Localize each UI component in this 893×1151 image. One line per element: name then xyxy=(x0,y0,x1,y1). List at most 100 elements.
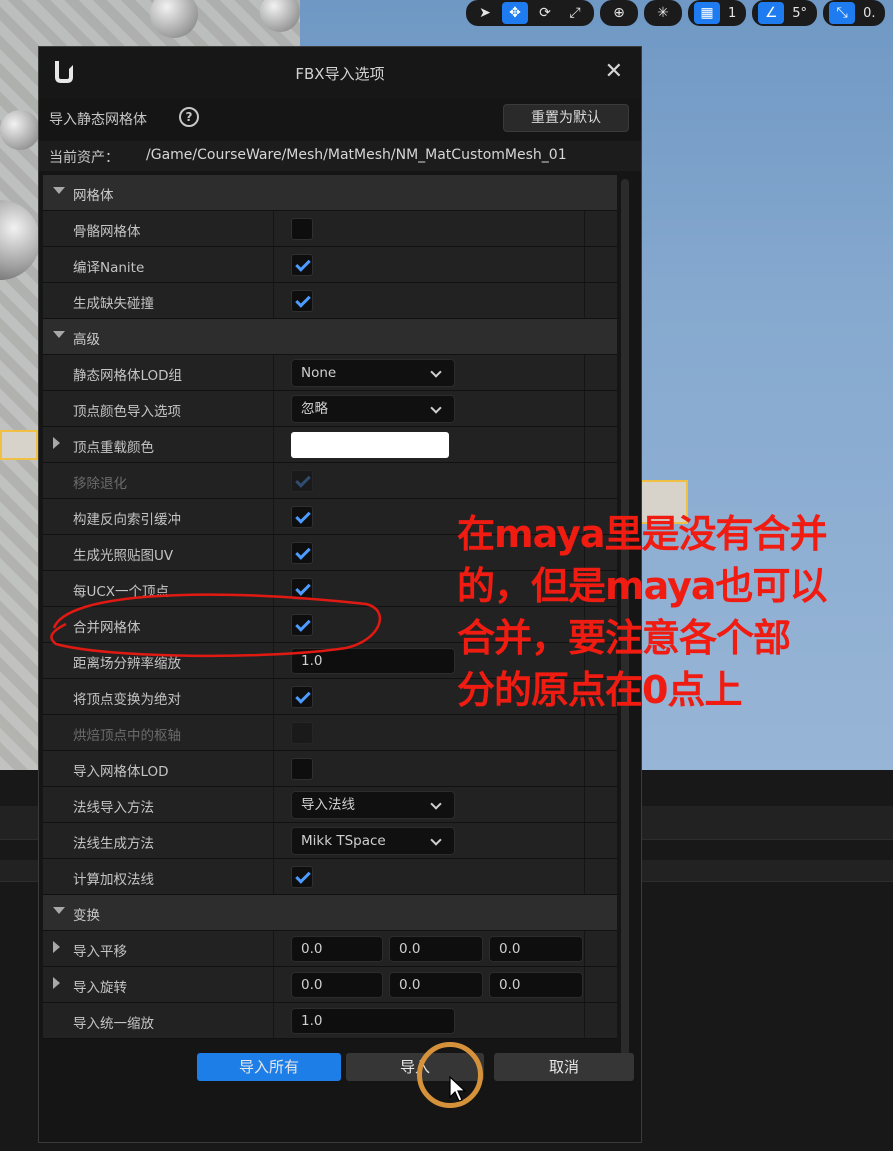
property-label: 静态网格体LOD组 xyxy=(73,368,183,384)
rotation-y-input[interactable]: 0.0 xyxy=(389,972,483,998)
grid-snap-icon[interactable]: ▦ xyxy=(694,2,720,24)
lightmap-uv-checkbox[interactable] xyxy=(291,542,313,564)
property-row: 导入平移 0.0 0.0 0.0 xyxy=(43,931,617,967)
translation-x-input[interactable]: 0.0 xyxy=(291,936,383,962)
property-row: 移除退化 xyxy=(43,463,617,499)
viewport-sphere xyxy=(0,110,40,150)
annotation-note: 在maya里是没有合并 的，但是maya也可以 合并，要注意各个部 分的原点在0… xyxy=(457,508,893,716)
current-asset-path: /Game/CourseWare/Mesh/MatMesh/NM_MatCust… xyxy=(146,147,567,163)
rotation-x-input[interactable]: 0.0 xyxy=(291,972,383,998)
lod-group-dropdown[interactable]: None xyxy=(291,359,455,387)
select-arrow-icon[interactable]: ➤ xyxy=(472,2,498,24)
property-row: 计算加权法线 xyxy=(43,859,617,895)
generate-collision-checkbox[interactable] xyxy=(291,290,313,312)
property-label: 移除退化 xyxy=(73,476,127,492)
surface-snap-group: ✳ xyxy=(644,0,682,26)
expand-arrow-icon[interactable] xyxy=(53,437,60,449)
category-label: 网格体 xyxy=(73,188,114,204)
uniform-scale-input[interactable]: 1.0 xyxy=(291,1008,455,1034)
viewport-block xyxy=(0,430,38,460)
weighted-normals-checkbox[interactable] xyxy=(291,866,313,888)
scale-snap-group: ⤡ 0. xyxy=(823,0,886,26)
property-label: 构建反向索引缓冲 xyxy=(73,512,181,528)
cancel-button[interactable]: 取消 xyxy=(494,1053,634,1081)
annotation-line: 的，但是maya也可以 xyxy=(457,564,827,608)
property-label: 顶点重载颜色 xyxy=(73,440,154,456)
import-type-label: 导入静态网格体 xyxy=(49,112,147,128)
scale-snap-value[interactable]: 0. xyxy=(859,6,879,21)
mouse-cursor-icon xyxy=(449,1076,467,1102)
category-advanced[interactable]: 高级 xyxy=(43,319,617,355)
property-row: 法线生成方法 Mikk TSpace xyxy=(43,823,617,859)
viewport-toolbar: ➤ ✥ ⟳ ⤢ ⊕ ✳ ▦ 1 ∠ 5° ⤡ 0. xyxy=(466,0,886,26)
property-label: 导入网格体LOD xyxy=(73,764,169,780)
property-row: 顶点颜色导入选项 忽略 xyxy=(43,391,617,427)
reset-to-default-button[interactable]: 重置为默认 xyxy=(503,104,629,132)
property-row: 顶点重载颜色 xyxy=(43,427,617,463)
expand-arrow-icon[interactable] xyxy=(53,907,65,914)
move-icon[interactable]: ✥ xyxy=(502,2,528,24)
property-label: 骨骼网格体 xyxy=(73,224,141,240)
remove-degenerates-checkbox xyxy=(291,470,313,492)
angle-snap-icon[interactable]: ∠ xyxy=(758,2,785,24)
annotation-line: 分的原点在0点上 xyxy=(457,668,742,712)
property-row: 编译Nanite xyxy=(43,247,617,283)
translation-y-input[interactable]: 0.0 xyxy=(389,936,483,962)
expand-arrow-icon[interactable] xyxy=(53,977,60,989)
rotate-icon[interactable]: ⟳ xyxy=(532,2,558,24)
property-row: 烘焙顶点中的枢轴 xyxy=(43,715,617,751)
property-label: 编译Nanite xyxy=(73,260,145,276)
annotation-line: 合并，要注意各个部 xyxy=(457,616,791,660)
annotation-circle xyxy=(50,593,382,658)
dialog-titlebar[interactable]: FBX导入选项 ✕ xyxy=(39,47,641,99)
grid-snap-group: ▦ 1 xyxy=(688,0,747,26)
surface-snap-icon[interactable]: ✳ xyxy=(650,2,676,24)
reverse-index-checkbox[interactable] xyxy=(291,506,313,528)
property-label: 顶点颜色导入选项 xyxy=(73,404,181,420)
property-label: 导入统一缩放 xyxy=(73,1016,154,1032)
annotation-line: 在maya里是没有合并 xyxy=(457,512,827,556)
property-label: 计算加权法线 xyxy=(73,872,154,888)
angle-snap-value[interactable]: 5° xyxy=(788,6,811,21)
expand-arrow-icon[interactable] xyxy=(53,941,60,953)
category-mesh[interactable]: 网格体 xyxy=(43,175,617,211)
vertex-color-import-dropdown[interactable]: 忽略 xyxy=(291,395,455,423)
rotation-z-input[interactable]: 0.0 xyxy=(489,972,583,998)
globe-icon[interactable]: ⊕ xyxy=(606,2,632,24)
property-row: 静态网格体LOD组 None xyxy=(43,355,617,391)
vertex-color-swatch[interactable] xyxy=(291,432,449,458)
bake-pivot-checkbox xyxy=(291,722,313,744)
angle-snap-group: ∠ 5° xyxy=(752,0,818,26)
transform-absolute-checkbox[interactable] xyxy=(291,686,313,708)
expand-arrow-icon[interactable] xyxy=(53,331,65,338)
property-label: 生成缺失碰撞 xyxy=(73,296,154,312)
property-row: 导入统一缩放 1.0 xyxy=(43,1003,617,1039)
property-label: 法线导入方法 xyxy=(73,800,154,816)
transform-tools-group: ➤ ✥ ⟳ ⤢ xyxy=(466,0,594,26)
expand-arrow-icon[interactable] xyxy=(53,187,65,194)
property-label: 导入平移 xyxy=(73,944,127,960)
normal-import-method-dropdown[interactable]: 导入法线 xyxy=(291,791,455,819)
dialog-subheader: 导入静态网格体 ? 重置为默认 xyxy=(39,99,641,139)
property-row: 导入网格体LOD xyxy=(43,751,617,787)
property-label: 法线生成方法 xyxy=(73,836,154,852)
normal-generation-method-dropdown[interactable]: Mikk TSpace xyxy=(291,827,455,855)
build-nanite-checkbox[interactable] xyxy=(291,254,313,276)
scale-snap-icon[interactable]: ⤡ xyxy=(829,2,856,24)
category-label: 变换 xyxy=(73,908,100,924)
skeletal-mesh-checkbox[interactable] xyxy=(291,218,313,240)
category-label: 高级 xyxy=(73,332,100,348)
category-transform[interactable]: 变换 xyxy=(43,895,617,931)
scale-icon[interactable]: ⤢ xyxy=(562,2,588,24)
property-label: 将顶点变换为绝对 xyxy=(73,692,181,708)
import-all-button[interactable]: 导入所有 xyxy=(197,1053,341,1081)
property-row: 生成缺失碰撞 xyxy=(43,283,617,319)
grid-snap-value[interactable]: 1 xyxy=(724,6,740,21)
help-icon[interactable]: ? xyxy=(179,107,199,127)
current-asset-label: 当前资产： xyxy=(49,150,119,166)
property-label: 导入旋转 xyxy=(73,980,127,996)
close-icon[interactable]: ✕ xyxy=(605,59,623,84)
import-lods-checkbox[interactable] xyxy=(291,758,313,780)
translation-z-input[interactable]: 0.0 xyxy=(489,936,583,962)
current-asset-line: 当前资产： /Game/CourseWare/Mesh/MatMesh/NM_M… xyxy=(39,141,641,171)
